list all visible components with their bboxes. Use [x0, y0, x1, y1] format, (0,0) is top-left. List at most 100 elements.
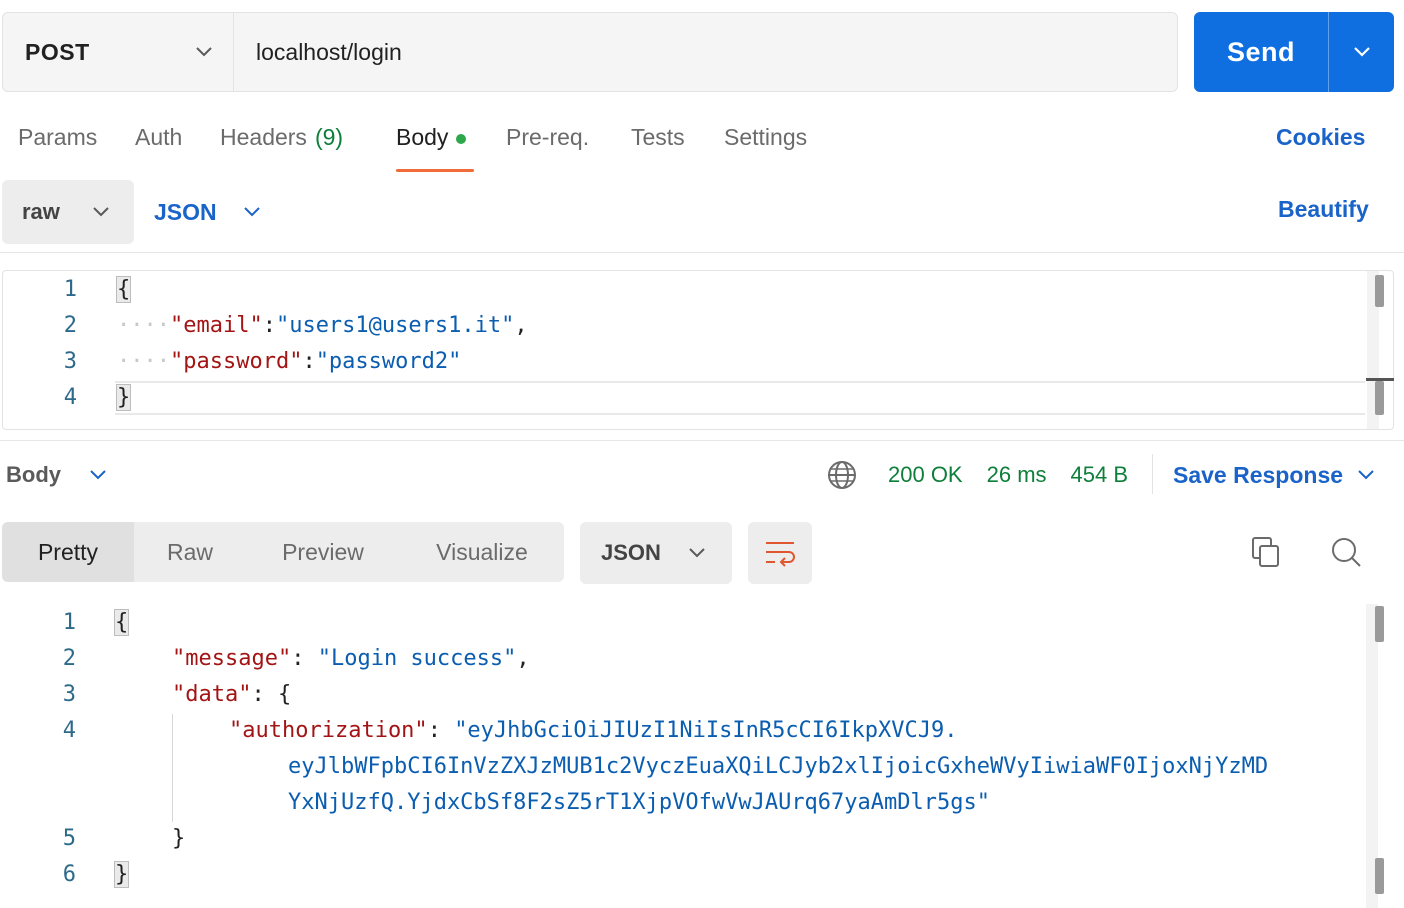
json-string: YxNjUzfQ.YjdxCbSf8F2sZ5rT1XjpVOfwVwJAUrq…	[288, 790, 990, 815]
tab-params[interactable]: Params	[18, 124, 97, 172]
request-bar: POST localhost/login	[2, 12, 1178, 92]
divider	[1152, 454, 1153, 494]
scrollbar-thumb[interactable]	[1375, 606, 1384, 642]
globe-icon[interactable]	[826, 459, 858, 491]
chevron-down-icon	[689, 548, 705, 558]
tab-settings[interactable]: Settings	[724, 124, 807, 172]
line-number: 3	[63, 349, 77, 374]
code-line: "data": {	[172, 682, 292, 707]
tab-label: Settings	[724, 124, 808, 150]
json-key: "message"	[172, 646, 292, 671]
view-visualize[interactable]: Visualize	[400, 522, 564, 582]
line-number: 2	[62, 646, 76, 671]
send-button-group: Send	[1194, 12, 1394, 92]
open-brace: {	[115, 276, 132, 303]
response-size[interactable]: 454 B	[1071, 462, 1129, 488]
wrap-lines-icon	[766, 542, 795, 567]
json-string: "Login success"	[317, 646, 517, 671]
code-line: }	[113, 861, 130, 888]
tab-label: Headers	[220, 124, 307, 150]
line-number: 2	[63, 313, 77, 338]
response-meta: 200 OK 26 ms 454 B	[826, 458, 1128, 492]
tab-pre-request[interactable]: Pre-req.	[506, 124, 589, 172]
response-time[interactable]: 26 ms	[987, 462, 1047, 488]
send-options-button[interactable]	[1328, 12, 1394, 92]
tab-headers[interactable]: Headers (9)	[220, 124, 343, 172]
body-mode-label: raw	[22, 199, 60, 224]
indent-guide	[172, 714, 173, 822]
wrap-lines-button[interactable]	[748, 522, 812, 584]
code-line: {	[115, 276, 132, 303]
tab-auth[interactable]: Auth	[135, 124, 182, 172]
chevron-down-icon	[243, 207, 260, 217]
tab-tests[interactable]: Tests	[631, 124, 685, 172]
view-raw[interactable]: Raw	[134, 522, 246, 582]
scrollbar-thumb[interactable]	[1375, 858, 1384, 894]
json-string: "eyJhbGciOiJIUzI1NiIsInR5cCI6IkpXVCJ9.	[454, 718, 958, 743]
scrollbar-thumb[interactable]	[1375, 381, 1384, 415]
whitespace-marker: ····	[117, 313, 170, 338]
request-body-editor[interactable]: 1 2 3 4 { ····"email":"users1@users1.it"…	[2, 270, 1394, 430]
line-number: 6	[62, 862, 76, 887]
beautify-button[interactable]: Beautify	[1278, 196, 1369, 223]
body-indicator-dot	[456, 134, 467, 144]
search-button[interactable]	[1326, 532, 1366, 572]
chevron-down-icon	[93, 207, 109, 217]
chevron-down-icon	[1358, 470, 1374, 480]
line-number: 1	[63, 277, 77, 302]
method-select[interactable]: POST	[3, 13, 234, 91]
json-key: "password"	[169, 349, 303, 374]
search-icon	[1332, 538, 1361, 567]
json-string: "password2"	[315, 349, 462, 374]
tab-label: Auth	[135, 124, 183, 150]
divider	[0, 252, 1404, 253]
json-key: "data"	[172, 682, 252, 707]
chevron-down-icon	[90, 470, 106, 480]
open-brace: {	[113, 609, 130, 636]
close-brace: }	[113, 861, 130, 888]
json-key: "authorization"	[229, 718, 428, 743]
scrollbar-thumb[interactable]	[1375, 275, 1384, 307]
code-line: "authorization": "eyJhbGciOiJIUzI1NiIsIn…	[229, 718, 958, 743]
current-line-highlight	[115, 381, 1365, 415]
response-body-viewer[interactable]: 1 2 3 4 5 6 { "message": "Login success"…	[2, 604, 1402, 908]
line-number: 1	[62, 610, 76, 635]
response-format-label: JSON	[601, 540, 661, 565]
status-code[interactable]: 200 OK	[888, 462, 963, 488]
view-preview[interactable]: Preview	[246, 522, 400, 582]
response-section-select[interactable]: Body	[6, 458, 107, 492]
tab-label: Tests	[631, 124, 685, 150]
line-number: 5	[62, 826, 76, 851]
tab-label: Pre-req.	[506, 124, 590, 150]
line-number: 4	[63, 385, 77, 410]
response-view-tabs: Pretty Raw Preview Visualize	[2, 522, 564, 582]
code-line: "message": "Login success",	[172, 646, 530, 671]
copy-icon	[1252, 537, 1279, 567]
json-string: "users1@users1.it"	[275, 313, 515, 338]
chevron-down-icon	[1353, 47, 1370, 57]
method-label: POST	[25, 38, 90, 65]
code-line: }	[172, 826, 186, 851]
code-line-wrapped: YxNjUzfQ.YjdxCbSf8F2sZ5rT1XjpVOfwVwJAUrq…	[288, 790, 990, 815]
body-mode-select[interactable]: raw	[2, 180, 134, 244]
url-input[interactable]: localhost/login	[234, 13, 1177, 91]
response-format-select[interactable]: JSON	[580, 522, 732, 584]
cookies-link[interactable]: Cookies	[1276, 124, 1365, 151]
save-response-button[interactable]: Save Response	[1173, 458, 1375, 492]
body-language-label: JSON	[154, 198, 217, 225]
close-brace: }	[115, 384, 132, 411]
divider	[0, 440, 1404, 441]
tab-body[interactable]: Body	[396, 124, 474, 172]
line-number: 3	[62, 682, 76, 707]
tab-label: Body	[396, 124, 449, 150]
view-pretty[interactable]: Pretty	[2, 522, 134, 582]
send-button[interactable]: Send	[1194, 12, 1328, 92]
body-language-select[interactable]: JSON	[154, 180, 261, 244]
save-response-label: Save Response	[1173, 461, 1344, 488]
code-line: {	[113, 609, 130, 636]
copy-button[interactable]	[1246, 532, 1286, 572]
code-line: ····"email":"users1@users1.it",	[117, 313, 528, 338]
tab-label: Params	[18, 124, 98, 150]
code-line: ····"password":"password2"	[117, 349, 462, 374]
json-key: "email"	[169, 313, 263, 338]
